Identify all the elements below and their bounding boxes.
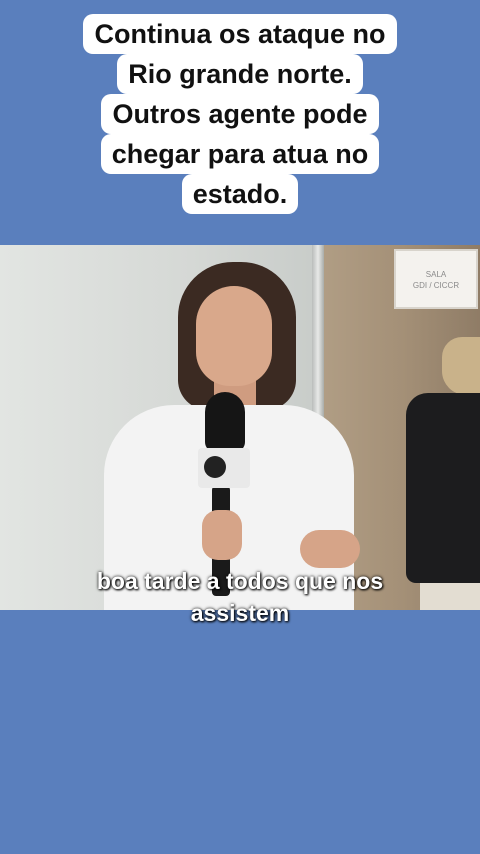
broadcaster-logo-icon: [204, 456, 226, 478]
reporter-hand: [300, 530, 360, 568]
caption-line: Outros agente pode: [101, 94, 379, 134]
microphone-icon: [205, 392, 245, 452]
caption-line: Continua os ataque no: [83, 14, 397, 54]
reporter: [90, 260, 380, 610]
background-person-body: [406, 393, 480, 583]
video-subtitle: boa tarde a todos que nos assistem: [0, 565, 480, 629]
caption-line: estado.: [181, 174, 299, 214]
caption-line: Rio grande norte.: [117, 54, 363, 94]
caption-line: chegar para atua no: [100, 134, 380, 174]
reporter-mic-hand: [202, 510, 242, 560]
room-sign-line: SALA: [425, 270, 447, 279]
background-person-hair: [442, 337, 480, 395]
overlay-caption: Continua os ataque no Rio grande norte. …: [0, 14, 480, 214]
subtitle-line: assistem: [190, 600, 290, 626]
room-sign: SALA GDI / CICCR: [394, 249, 478, 309]
reporter-face: [196, 286, 272, 386]
room-sign-line: GDI / CICCR: [412, 281, 460, 290]
microphone-flag: [198, 448, 250, 488]
subtitle-line: boa tarde a todos que nos: [96, 568, 384, 594]
video-frame[interactable]: SALA GDI / CICCR: [0, 245, 480, 610]
